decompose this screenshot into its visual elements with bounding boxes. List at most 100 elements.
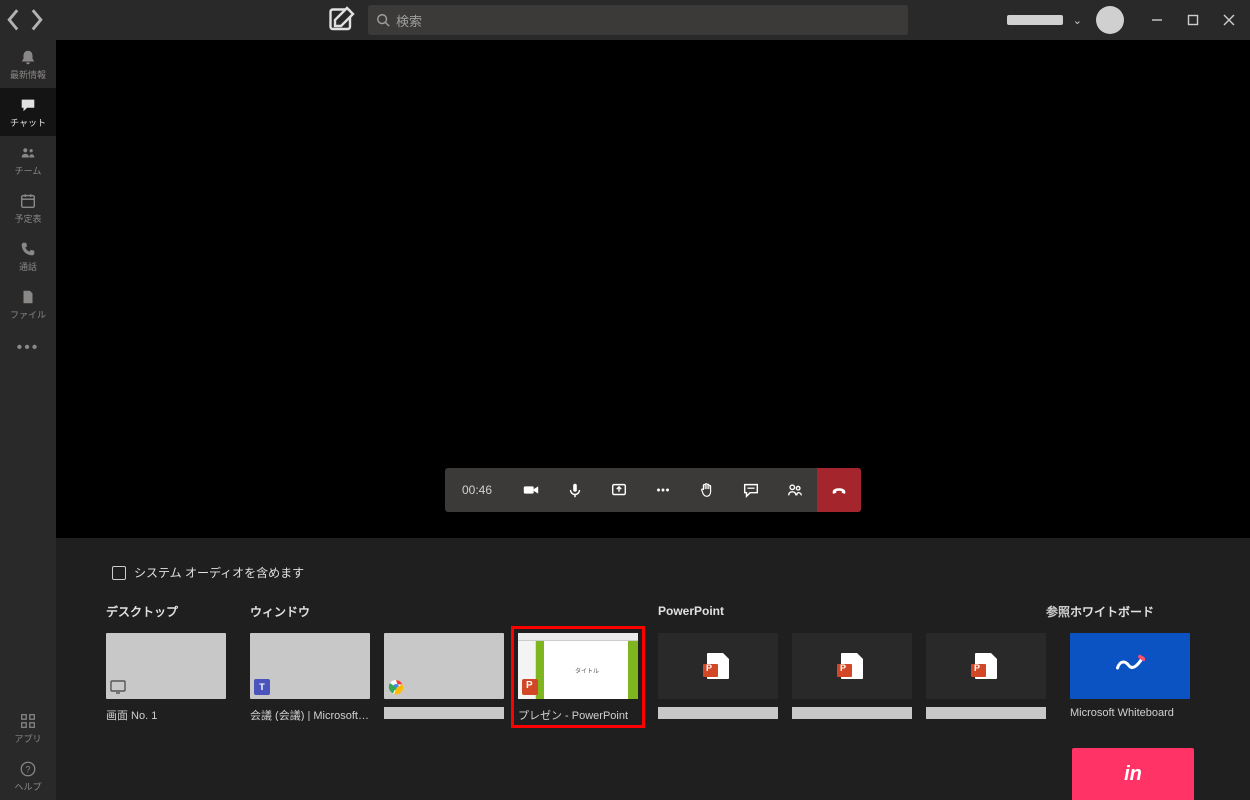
invision-card[interactable]: in	[1072, 748, 1194, 800]
thumb-label: Microsoft Whiteboard	[1070, 707, 1190, 721]
phone-icon	[19, 240, 37, 258]
powerpoint-file-icon	[707, 653, 729, 679]
section-header: デスクトップ	[106, 603, 250, 619]
desktop-thumb[interactable]: 画面 No. 1	[106, 633, 226, 721]
thumb-label-redacted	[658, 707, 778, 719]
slide-title-text: タイトル	[575, 666, 599, 675]
whiteboard-icon	[1115, 653, 1145, 679]
share-section-powerpoint: PowerPoint 参照	[658, 603, 1070, 721]
compose-button[interactable]	[326, 5, 356, 35]
screen-icon	[110, 679, 126, 695]
help-icon: ?	[19, 760, 37, 778]
sidebar-item-label: 最新情報	[10, 68, 46, 81]
meeting-stage: 00:46	[56, 40, 1250, 538]
window-minimize-button[interactable]	[1142, 5, 1172, 35]
camera-button[interactable]	[509, 468, 553, 512]
participants-button[interactable]	[773, 468, 817, 512]
section-header: PowerPoint	[658, 604, 724, 618]
sidebar-item-label: チャット	[10, 116, 46, 129]
powerpoint-file-icon	[975, 653, 997, 679]
thumb-label: 会議 (会議) | Microsoft Te...	[250, 707, 370, 721]
hangup-icon	[830, 481, 848, 499]
more-actions-button[interactable]	[641, 468, 685, 512]
mic-button[interactable]	[553, 468, 597, 512]
chat-icon	[19, 96, 37, 114]
search-input[interactable]: 検索	[368, 5, 908, 35]
sidebar-item-files[interactable]: ファイル	[0, 280, 56, 328]
include-system-audio-checkbox[interactable]: システム オーディオを含めます	[112, 564, 1200, 581]
ellipsis-icon	[654, 481, 672, 499]
apps-icon	[19, 712, 37, 730]
sidebar-item-label: ヘルプ	[14, 780, 41, 793]
share-section-desktop: デスクトップ 画面 No. 1	[106, 603, 250, 721]
powerpoint-file-thumb[interactable]	[926, 633, 1046, 719]
sidebar-item-activity[interactable]: 最新情報	[0, 40, 56, 88]
sidebar-item-calendar[interactable]: 予定表	[0, 184, 56, 232]
section-header: ホワイトボード	[1070, 603, 1196, 619]
sidebar-item-chat[interactable]: チャット	[0, 88, 56, 136]
window-thumb[interactable]	[384, 633, 504, 721]
window-close-button[interactable]	[1214, 5, 1244, 35]
chevron-down-icon[interactable]: ⌄	[1073, 14, 1082, 27]
powerpoint-file-thumb[interactable]	[658, 633, 778, 719]
raise-hand-button[interactable]	[685, 468, 729, 512]
powerpoint-app-icon	[522, 679, 538, 695]
share-button[interactable]	[597, 468, 641, 512]
hand-icon	[698, 481, 716, 499]
powerpoint-file-thumb[interactable]	[792, 633, 912, 719]
compose-icon	[326, 5, 356, 35]
sidebar-more-button[interactable]: •••	[17, 328, 40, 368]
invision-label: in	[1124, 763, 1142, 786]
file-icon	[19, 288, 37, 306]
thumb-label: プレゼン - PowerPoint	[518, 707, 638, 721]
sidebar: 最新情報 チャット チーム 予定表 通話 ファイル ••• アプリ ? ヘルプ	[0, 40, 56, 800]
minimize-icon	[1151, 14, 1163, 26]
browse-button[interactable]: 参照	[1046, 603, 1070, 620]
search-placeholder: 検索	[396, 11, 422, 30]
people-icon	[786, 481, 804, 499]
call-timer: 00:46	[445, 468, 509, 512]
share-screen-icon	[610, 481, 628, 499]
bell-icon	[19, 48, 37, 66]
maximize-icon	[1187, 14, 1199, 26]
titlebar: 検索 ⌄	[0, 0, 1250, 40]
nav-forward-button[interactable]	[28, 5, 44, 35]
sidebar-item-apps[interactable]: アプリ	[0, 704, 56, 752]
window-thumb[interactable]: T 会議 (会議) | Microsoft Te...	[250, 633, 370, 721]
whiteboard-thumb[interactable]: Microsoft Whiteboard	[1070, 633, 1190, 721]
share-section-whiteboard: ホワイトボード Microsoft Whiteboard	[1070, 603, 1196, 721]
sidebar-item-label: 予定表	[14, 212, 41, 225]
powerpoint-file-icon	[841, 653, 863, 679]
powerpoint-window-preview: タイトル	[518, 633, 638, 699]
thumb-label-redacted	[926, 707, 1046, 719]
thumb-label-redacted	[384, 707, 504, 719]
window-thumb-selected[interactable]: タイトル プレゼン - PowerPoint	[518, 633, 638, 721]
sidebar-item-label: ファイル	[10, 308, 46, 321]
meeting-toolbar: 00:46	[445, 468, 861, 512]
chevron-left-icon	[6, 7, 22, 33]
chat-panel-button[interactable]	[729, 468, 773, 512]
search-icon	[376, 13, 390, 27]
chevron-right-icon	[28, 7, 44, 33]
teams-app-icon: T	[254, 679, 270, 695]
nav-back-button[interactable]	[6, 5, 22, 35]
sidebar-item-label: アプリ	[14, 732, 41, 745]
thumb-label-redacted	[792, 707, 912, 719]
sidebar-item-calls[interactable]: 通話	[0, 232, 56, 280]
share-tray: システム オーディオを含めます デスクトップ 画面 No. 1 ウィンドウ	[56, 538, 1250, 800]
svg-text:?: ?	[25, 764, 30, 774]
mic-icon	[566, 481, 584, 499]
sidebar-item-help[interactable]: ? ヘルプ	[0, 752, 56, 800]
chat-bubble-icon	[742, 481, 760, 499]
hangup-button[interactable]	[817, 468, 861, 512]
camera-icon	[522, 481, 540, 499]
section-header: ウィンドウ	[250, 603, 658, 619]
sidebar-item-teams[interactable]: チーム	[0, 136, 56, 184]
avatar[interactable]	[1096, 6, 1124, 34]
share-section-window: ウィンドウ T 会議 (会議) | Microsoft Te...	[250, 603, 658, 721]
chrome-app-icon	[388, 679, 404, 695]
teams-icon	[19, 144, 37, 162]
calendar-icon	[19, 192, 37, 210]
window-maximize-button[interactable]	[1178, 5, 1208, 35]
checkbox-icon	[112, 566, 126, 580]
